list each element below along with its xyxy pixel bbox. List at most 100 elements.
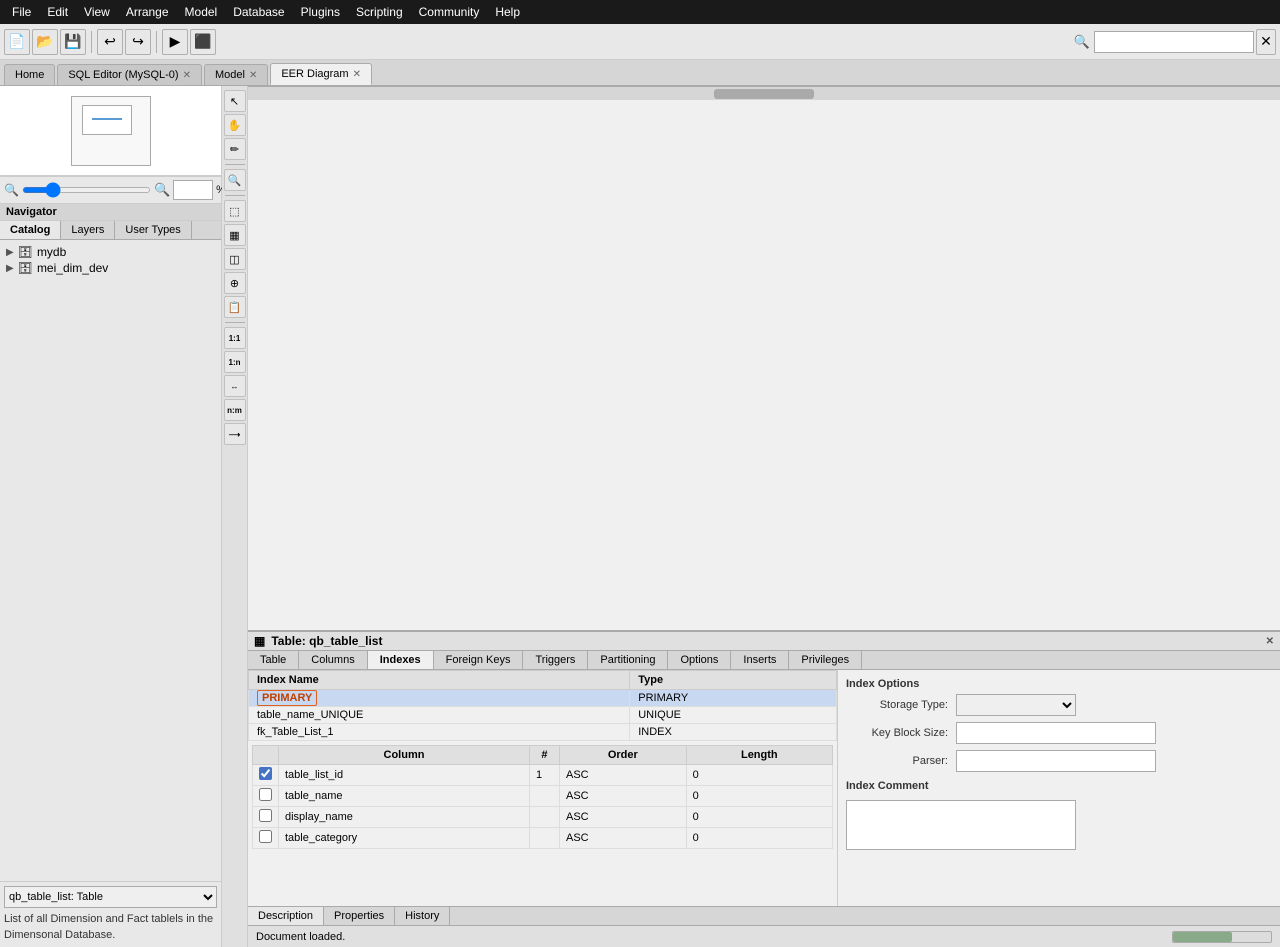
ic-col-length: Length (686, 746, 832, 765)
vt-line-1n-a-button[interactable]: 1:n (224, 351, 246, 373)
io-key-block-input[interactable]: 0 (956, 722, 1156, 744)
idx-row-fk[interactable]: fk_Table_List_1 INDEX (249, 724, 837, 741)
ic-check-table-name[interactable] (259, 788, 272, 801)
btab-fk[interactable]: Foreign Keys (434, 651, 524, 669)
vt-procedure-button[interactable]: ⊕ (224, 272, 246, 294)
zoom-value-input[interactable]: 100 (173, 180, 213, 200)
btab-indexes[interactable]: Indexes (368, 651, 434, 669)
save-button[interactable]: 💾 (60, 29, 86, 55)
menu-arrange[interactable]: Arrange (118, 3, 177, 21)
btab-options[interactable]: Options (668, 651, 731, 669)
desc-tab-history[interactable]: History (395, 907, 450, 925)
tab-model-close[interactable]: ✕ (249, 70, 257, 81)
open-button[interactable]: 📂 (32, 29, 58, 55)
vt-note-button[interactable]: 📋 (224, 296, 246, 318)
index-columns-table: Column # Order Length table_list_id (252, 745, 833, 849)
menu-plugins[interactable]: Plugins (293, 3, 348, 21)
menu-community[interactable]: Community (411, 3, 488, 21)
ic-len-table-name: 0 (686, 786, 832, 807)
toolbar: 📄 📂 💾 ↩ ↪ ▶ ⬛ 🔍 ✕ (0, 24, 1280, 60)
tab-sql-editor[interactable]: SQL Editor (MySQL-0) ✕ (57, 64, 202, 85)
search-clear-button[interactable]: ✕ (1256, 29, 1276, 55)
idx-row-unique[interactable]: table_name_UNIQUE UNIQUE (249, 707, 837, 724)
info-text: List of all Dimension and Fact tablels i… (4, 912, 217, 943)
vt-line-1n-c-button[interactable]: ⟶ (224, 423, 246, 445)
vt-cursor-button[interactable]: ↖ (224, 90, 246, 112)
btab-triggers[interactable]: Triggers (523, 651, 588, 669)
ic-check-table-category[interactable] (259, 830, 272, 843)
btab-table[interactable]: Table (248, 651, 299, 669)
zoom-out-icon[interactable]: 🔍 (4, 183, 19, 197)
menu-database[interactable]: Database (225, 3, 292, 21)
io-storage-type-select[interactable] (956, 694, 1076, 716)
tab-home[interactable]: Home (4, 64, 55, 85)
search-input[interactable] (1094, 31, 1254, 53)
redo-button[interactable]: ↪ (125, 29, 151, 55)
desc-tab-description[interactable]: Description (248, 907, 324, 925)
bottom-panel-close[interactable]: ✕ (1266, 636, 1274, 647)
vt-sep-1 (225, 164, 245, 165)
io-parser-input[interactable] (956, 750, 1156, 772)
zoom-in-icon[interactable]: 🔍 (154, 182, 170, 198)
bottom-panel-title: Table: qb_table_list (271, 634, 382, 648)
menu-help[interactable]: Help (487, 3, 528, 21)
ic-col-order: Order (559, 746, 686, 765)
tree-item-mydb[interactable]: ▶ 🗄 mydb (4, 244, 217, 260)
menu-edit[interactable]: Edit (39, 3, 76, 21)
index-options-title: Index Options (846, 678, 1272, 690)
btab-inserts[interactable]: Inserts (731, 651, 789, 669)
desc-tab-properties[interactable]: Properties (324, 907, 395, 925)
tab-sql-editor-close[interactable]: ✕ (183, 70, 191, 81)
vt-line-1n-b-button[interactable]: ↔ (224, 375, 246, 397)
vt-hand-button[interactable]: ✋ (224, 114, 246, 136)
ic-check-display-name[interactable] (259, 809, 272, 822)
tab-sql-editor-label: SQL Editor (MySQL-0) (68, 69, 178, 81)
btab-partition[interactable]: Partitioning (588, 651, 668, 669)
db-icon-mydb: 🗄 (18, 245, 33, 259)
tree-arrow-mydb: ▶ (6, 247, 14, 258)
vt-eraser-button[interactable]: ✏ (224, 138, 246, 160)
tree-item-mei-dim-dev[interactable]: ▶ 🗄 mei_dim_dev (4, 260, 217, 276)
nav-preview-inner (71, 96, 151, 166)
idx-col-type: Type (630, 671, 837, 690)
io-comment-textarea[interactable] (846, 800, 1076, 850)
btab-columns[interactable]: Columns (299, 651, 367, 669)
info-select[interactable]: qb_table_list: Table (4, 886, 217, 908)
vt-table-button[interactable]: ▦ (224, 224, 246, 246)
ic-order-table-list-id: ASC (559, 765, 686, 786)
menu-scripting[interactable]: Scripting (348, 3, 411, 21)
undo-button[interactable]: ↩ (97, 29, 123, 55)
idx-row-primary[interactable]: PRIMARY PRIMARY (249, 690, 837, 707)
stop-button[interactable]: ⬛ (190, 29, 216, 55)
menu-view[interactable]: View (76, 3, 118, 21)
vt-layers-button[interactable]: ⬚ (224, 200, 246, 222)
ic-check-table-list-id[interactable] (259, 767, 272, 780)
left-tab-user-types[interactable]: User Types (115, 221, 191, 239)
ic-len-table-category: 0 (686, 828, 832, 849)
vt-line-11-button[interactable]: 1:1 (224, 327, 246, 349)
zoom-slider[interactable] (22, 187, 151, 193)
new-button[interactable]: 📄 (4, 29, 30, 55)
menu-file[interactable]: File (4, 3, 39, 21)
tab-model[interactable]: Model ✕ (204, 64, 268, 85)
db-icon-mei: 🗄 (18, 261, 33, 275)
left-tab-layers[interactable]: Layers (61, 221, 115, 239)
idx-name-fk: fk_Table_List_1 (249, 724, 630, 741)
io-comment-title: Index Comment (846, 780, 1272, 792)
tab-eer-diagram-close[interactable]: ✕ (353, 69, 361, 80)
tab-eer-diagram[interactable]: EER Diagram ✕ (270, 63, 372, 85)
execute-button[interactable]: ▶ (162, 29, 188, 55)
vt-line-nm-button[interactable]: n:m (224, 399, 246, 421)
vt-zoom-button[interactable]: 🔍 (224, 169, 246, 191)
vt-view-button[interactable]: ◫ (224, 248, 246, 270)
ic-col-check (253, 746, 279, 765)
ic-order-display-name: ASC (559, 807, 686, 828)
h-scrollbar[interactable] (248, 86, 1280, 100)
menu-model[interactable]: Model (177, 3, 226, 21)
left-tab-catalog[interactable]: Catalog (0, 221, 61, 239)
ic-row-display-name: display_name ASC 0 (253, 807, 833, 828)
btab-privileges[interactable]: Privileges (789, 651, 862, 669)
status-right (1172, 931, 1272, 943)
navigator-label: Navigator (0, 204, 221, 221)
canvas-wrapper: ⌥ — ▦ qb_fact_dimension ▼ 🔑 dimension_at… (248, 86, 1280, 630)
